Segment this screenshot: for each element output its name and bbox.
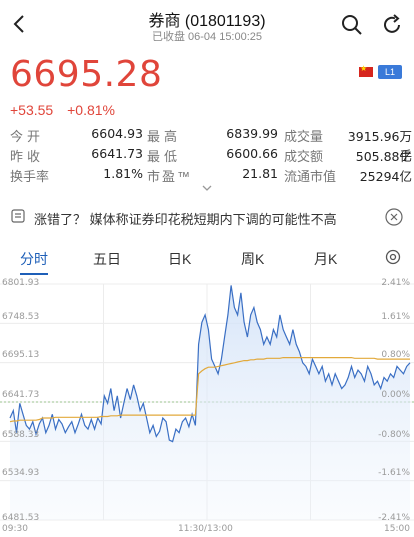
settings-icon[interactable] bbox=[384, 248, 402, 266]
stat-label: 最低 bbox=[147, 149, 182, 164]
stat-label: 昨收 bbox=[10, 149, 45, 164]
chevron-down-icon[interactable] bbox=[200, 183, 214, 193]
y-axis-label: 6588.33 bbox=[2, 430, 40, 440]
stat-value: 6604.93 bbox=[91, 126, 143, 141]
y-axis-pct-label: -2.41% bbox=[378, 513, 410, 523]
y-axis-label: 6695.13 bbox=[2, 350, 40, 360]
stat-value: 6600.66 bbox=[226, 146, 278, 161]
y-axis-pct-label: -1.61% bbox=[378, 468, 410, 478]
x-axis-label: 11:30/13:00 bbox=[178, 524, 233, 534]
x-axis-label: 09:30 bbox=[2, 524, 28, 534]
stat-label: 流通市值 bbox=[284, 169, 337, 184]
tab-monthly-k[interactable]: 月K bbox=[314, 249, 337, 269]
header: 券商 (01801193) 已收盘 06-04 15:00:25 bbox=[0, 0, 414, 48]
refresh-icon[interactable] bbox=[380, 13, 404, 37]
news-headline[interactable]: 涨错了？ 媒体称证券印花税短期内下调的可能性不高 bbox=[34, 209, 337, 228]
y-axis-pct-label: 1.61% bbox=[381, 312, 410, 322]
stat-label: 市盈™ bbox=[147, 169, 193, 184]
chart-tabs: 分时 五日 日K 周K 月K bbox=[0, 243, 414, 275]
y-axis-pct-label: 2.41% bbox=[381, 278, 410, 288]
stat-value: 25294亿 bbox=[359, 169, 412, 184]
tab-daily-k[interactable]: 日K bbox=[168, 249, 191, 269]
y-axis-label: 6801.93 bbox=[2, 278, 40, 288]
price-area bbox=[10, 285, 410, 520]
stat-label: 最高 bbox=[147, 129, 182, 144]
y-axis-pct-label: 0.00% bbox=[381, 390, 410, 400]
stat-label: 成交量 bbox=[284, 129, 324, 144]
change-value: +53.55 bbox=[10, 102, 54, 118]
china-flag-icon bbox=[359, 64, 373, 77]
change-percent: +0.81% bbox=[67, 102, 115, 118]
close-icon[interactable] bbox=[385, 208, 403, 226]
stats-row: 昨收 6641.73 最低 6600.66 成交额 505.88亿 bbox=[10, 146, 412, 166]
x-axis-label: 15:00 bbox=[384, 524, 410, 534]
intraday-chart[interactable]: 6801.93 6748.53 6695.13 6641.73 6588.33 … bbox=[0, 276, 414, 537]
y-axis-label: 6748.53 bbox=[2, 312, 40, 322]
tab-weekly-k[interactable]: 周K bbox=[241, 249, 264, 269]
stat-value: 6641.73 bbox=[91, 146, 143, 161]
search-icon[interactable] bbox=[340, 13, 364, 37]
stats-grid: 今开 6604.93 最高 6839.99 成交量 3915.96万手 昨收 6… bbox=[10, 126, 412, 186]
stat-label: 成交额 bbox=[284, 149, 324, 164]
price-chart bbox=[0, 283, 414, 521]
stat-value: 505.88亿 bbox=[355, 149, 412, 164]
price-change: +53.55 +0.81% bbox=[10, 102, 125, 118]
stat-value: 1.81% bbox=[103, 166, 143, 181]
y-axis-label: 6534.93 bbox=[2, 468, 40, 478]
stat-value: 21.81 bbox=[242, 166, 278, 181]
y-axis-label: 6641.73 bbox=[2, 390, 40, 400]
y-axis-pct-label: 0.80% bbox=[381, 350, 410, 360]
stat-label: 今开 bbox=[10, 129, 45, 144]
tab-intraday[interactable]: 分时 bbox=[20, 249, 48, 269]
stat-label: 换手率 bbox=[10, 169, 50, 184]
y-axis-label: 6481.53 bbox=[2, 513, 40, 523]
active-tab-indicator bbox=[20, 273, 48, 275]
y-axis-pct-label: -0.80% bbox=[378, 430, 410, 440]
question-icon bbox=[11, 209, 25, 223]
stats-row: 今开 6604.93 最高 6839.99 成交量 3915.96万手 bbox=[10, 126, 412, 163]
stat-value: 6839.99 bbox=[226, 126, 278, 141]
current-price: 6695.28 bbox=[10, 54, 163, 95]
news-banner[interactable]: 涨错了？ 媒体称证券印花税短期内下调的可能性不高 bbox=[0, 203, 414, 231]
level-badge[interactable]: L1 bbox=[378, 65, 402, 79]
tab-five-day[interactable]: 五日 bbox=[93, 249, 121, 269]
